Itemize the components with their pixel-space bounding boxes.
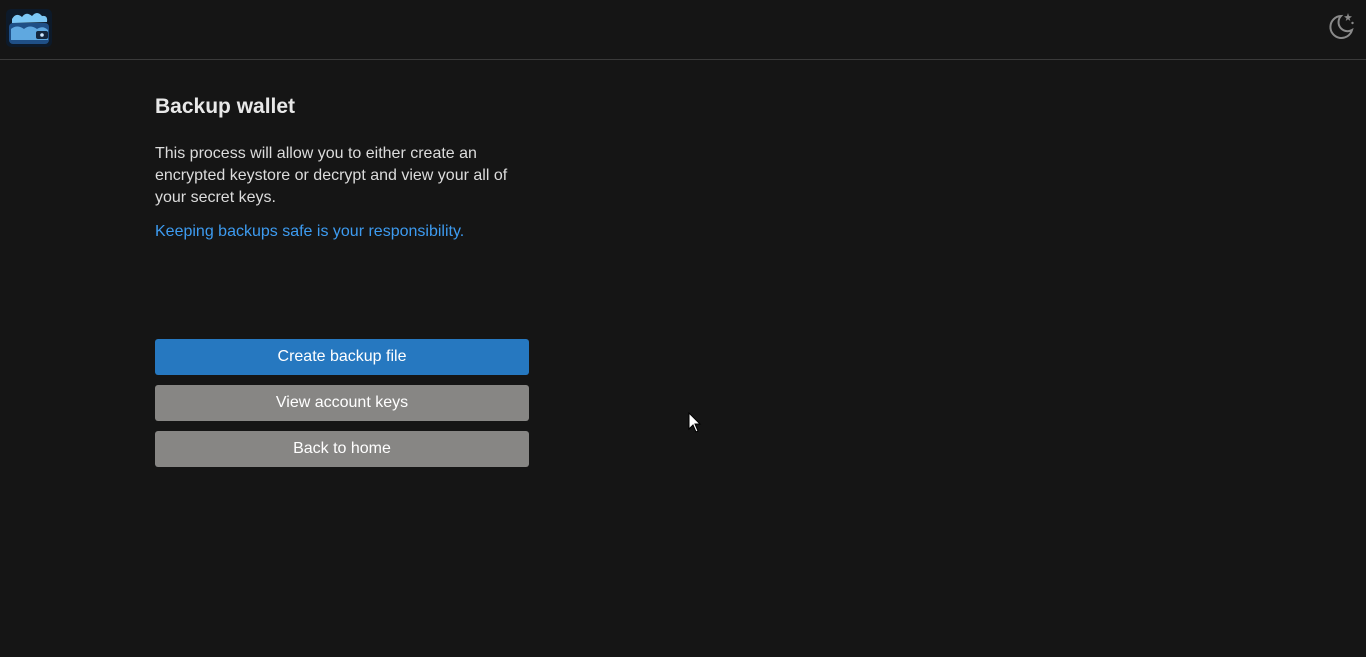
backup-panel: Backup wallet This process will allow yo… xyxy=(155,88,529,243)
action-buttons: Create backup file View account keys Bac… xyxy=(155,339,529,477)
moon-stars-icon[interactable] xyxy=(1324,10,1356,42)
create-backup-button[interactable]: Create backup file xyxy=(155,339,529,375)
page-title: Backup wallet xyxy=(155,95,296,118)
backup-description: This process will allow you to either cr… xyxy=(155,145,508,206)
wallet-logo-icon[interactable] xyxy=(6,9,52,47)
mouse-pointer-icon xyxy=(688,411,702,434)
view-account-keys-button[interactable]: View account keys xyxy=(155,385,529,421)
responsibility-warning: Keeping backups safe is your responsibil… xyxy=(155,223,465,240)
top-bar xyxy=(0,0,1366,60)
back-to-home-button[interactable]: Back to home xyxy=(155,431,529,467)
